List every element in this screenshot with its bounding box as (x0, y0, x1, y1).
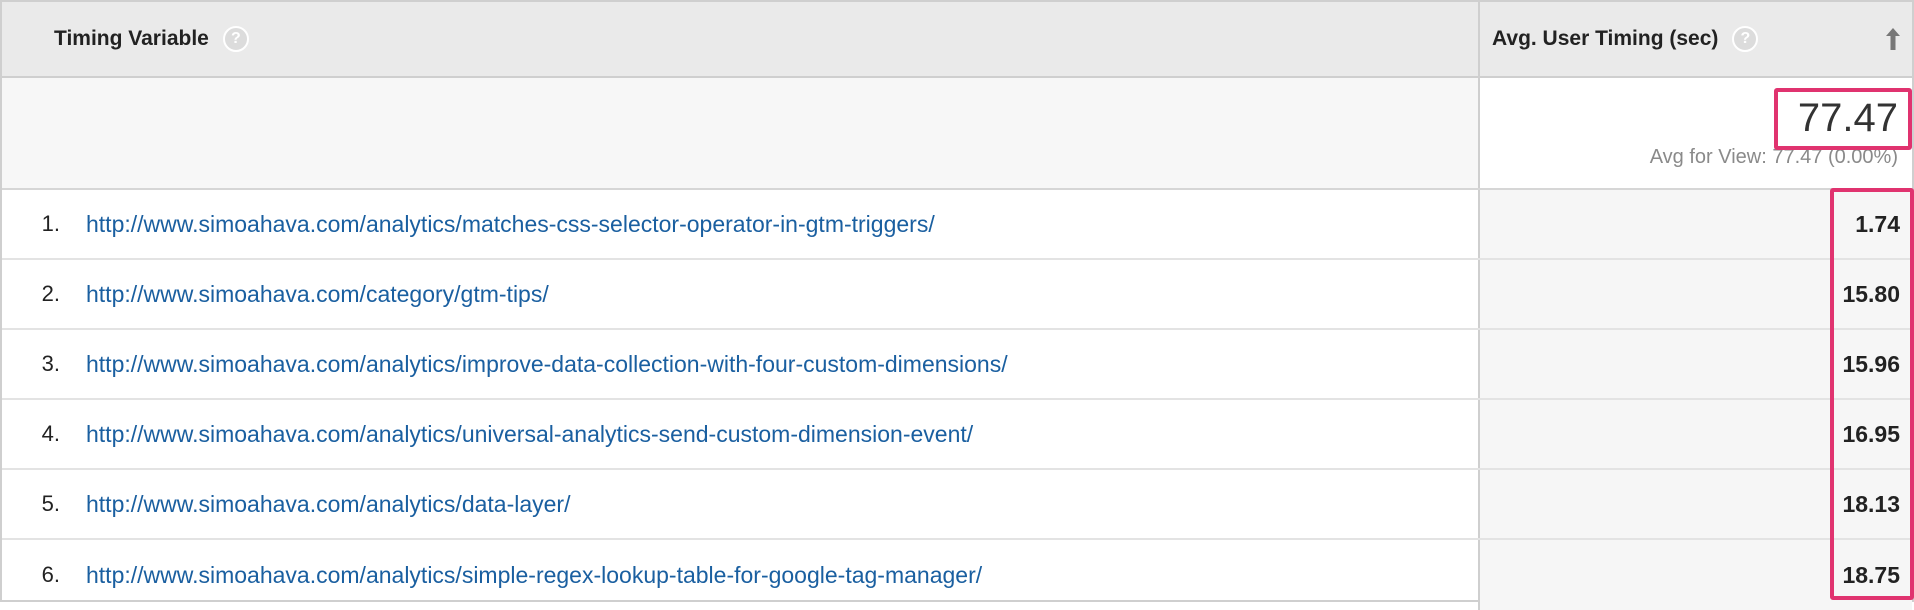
timing-variable-link[interactable]: http://www.simoahava.com/category/gtm-ti… (86, 281, 549, 308)
summary-dimension-cell (2, 78, 1480, 188)
timing-variable-link[interactable]: http://www.simoahava.com/analytics/impro… (86, 351, 1008, 378)
highlight-box-values (1830, 188, 1914, 600)
help-icon[interactable]: ? (1732, 26, 1759, 52)
dimension-cell: 4. http://www.simoahava.com/analytics/un… (2, 400, 1480, 468)
row-number: 1. (41, 211, 60, 236)
row-number: 3. (41, 351, 60, 376)
dimension-cell: 3. http://www.simoahava.com/analytics/im… (2, 330, 1480, 398)
table-row: 4. http://www.simoahava.com/analytics/un… (2, 400, 1912, 470)
table-row: 1. http://www.simoahava.com/analytics/ma… (2, 190, 1912, 260)
dimension-header-cell[interactable]: Timing Variable ? (2, 2, 1480, 76)
help-icon[interactable]: ? (222, 26, 249, 52)
dimension-header-label: Timing Variable (54, 27, 209, 50)
timing-variable-link[interactable]: http://www.simoahava.com/analytics/data-… (86, 491, 570, 518)
timing-variable-link[interactable]: http://www.simoahava.com/analytics/match… (86, 211, 935, 238)
summary-row: 77.47 Avg for View: 77.47 (0.00%) (2, 78, 1912, 190)
dimension-cell: 2. http://www.simoahava.com/category/gtm… (2, 260, 1480, 328)
table-body: 1. http://www.simoahava.com/analytics/ma… (2, 190, 1912, 610)
dimension-cell: 5. http://www.simoahava.com/analytics/da… (2, 470, 1480, 538)
report-table: Timing Variable ? Avg. User Timing (sec)… (0, 0, 1914, 610)
row-number: 4. (41, 421, 60, 446)
row-number: 6. (41, 562, 60, 587)
highlight-box-summary (1774, 88, 1912, 150)
table-header: Timing Variable ? Avg. User Timing (sec)… (2, 2, 1912, 78)
metric-header-cell[interactable]: Avg. User Timing (sec) ? (1480, 2, 1912, 76)
metric-header-label: Avg. User Timing (sec) (1492, 27, 1719, 50)
timing-variable-link[interactable]: http://www.simoahava.com/analytics/unive… (86, 421, 973, 448)
sort-arrow-up-icon[interactable] (1884, 26, 1902, 52)
table-row: 5. http://www.simoahava.com/analytics/da… (2, 470, 1912, 540)
table-row: 3. http://www.simoahava.com/analytics/im… (2, 330, 1912, 400)
dimension-cell: 6. http://www.simoahava.com/analytics/si… (2, 540, 1480, 610)
row-number: 2. (41, 281, 60, 306)
dimension-cell: 1. http://www.simoahava.com/analytics/ma… (2, 190, 1480, 258)
table-row: 2. http://www.simoahava.com/category/gtm… (2, 260, 1912, 330)
table-row: 6. http://www.simoahava.com/analytics/si… (2, 540, 1912, 610)
row-number: 5. (41, 491, 60, 516)
timing-variable-link[interactable]: http://www.simoahava.com/analytics/simpl… (86, 562, 982, 589)
